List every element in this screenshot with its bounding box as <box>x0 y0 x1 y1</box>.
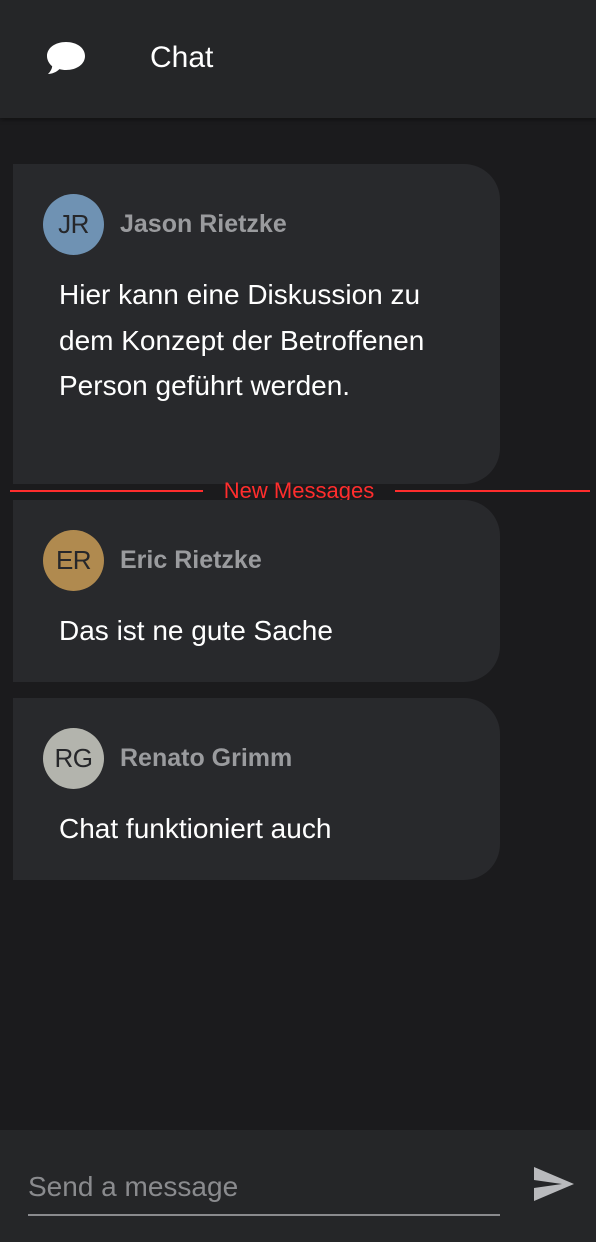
message-card: JR Jason Rietzke Hier kann eine Diskussi… <box>13 164 500 484</box>
app-header: Chat <box>0 0 596 118</box>
chat-bubble-icon <box>47 42 85 74</box>
message-author: Renato Grimm <box>120 744 293 772</box>
page-title: Chat <box>150 41 214 74</box>
message-input[interactable] <box>28 1160 500 1216</box>
divider-line-right <box>395 490 590 492</box>
avatar: ER <box>43 530 104 591</box>
divider-line-left <box>10 490 203 492</box>
message-author: Jason Rietzke <box>120 210 287 238</box>
message-text: Chat funktioniert auch <box>59 813 332 844</box>
message-text: Hier kann eine Diskussion zu dem Konzept… <box>59 279 425 401</box>
message-card: RG Renato Grimm Chat funktioniert auch <box>13 698 500 880</box>
avatar: JR <box>43 194 104 255</box>
send-button[interactable] <box>530 1160 578 1208</box>
message-author: Eric Rietzke <box>120 546 262 574</box>
message-composer <box>0 1130 596 1242</box>
message-text: Das ist ne gute Sache <box>59 615 333 646</box>
new-messages-divider: New Messages <box>10 478 590 503</box>
avatar: RG <box>43 728 104 789</box>
send-icon <box>534 1167 574 1201</box>
message-card: ER Eric Rietzke Das ist ne gute Sache <box>13 500 500 682</box>
message-list[interactable]: JR Jason Rietzke Hier kann eine Diskussi… <box>0 118 596 1130</box>
